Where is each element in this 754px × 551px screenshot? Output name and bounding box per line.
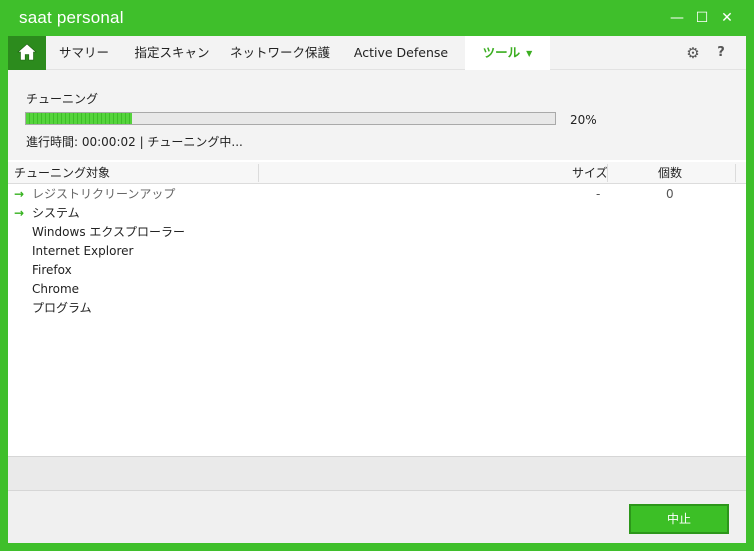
maximize-button[interactable]: ☐ bbox=[693, 9, 711, 27]
column-divider bbox=[735, 164, 736, 182]
tab-tools-label: ツール bbox=[482, 45, 521, 60]
tab-network-protection[interactable]: ネットワーク保護 bbox=[228, 36, 332, 70]
list-item[interactable]: → システム bbox=[8, 204, 746, 223]
caret-down-icon: ▼ bbox=[526, 49, 533, 58]
progress-title: チューニング bbox=[26, 92, 99, 106]
progress-bar-fill bbox=[26, 113, 132, 124]
column-divider bbox=[607, 164, 608, 182]
help-icon[interactable]: ? bbox=[712, 44, 730, 62]
list-item-label: Windows エクスプローラー bbox=[32, 225, 186, 239]
column-header-count[interactable]: 個数 bbox=[658, 162, 682, 184]
list-item-label: Internet Explorer bbox=[32, 244, 134, 258]
close-button[interactable]: ✕ bbox=[718, 9, 736, 27]
list-item-label: Firefox bbox=[32, 263, 72, 277]
list-item-label: レジストリクリーンアップ bbox=[32, 187, 176, 201]
column-divider bbox=[258, 164, 259, 182]
list-item[interactable]: → レジストリクリーンアップ - 0 bbox=[8, 185, 746, 204]
top-navigation: サマリー 指定スキャン ネットワーク保護 Active Defense ツール ▼… bbox=[8, 36, 746, 70]
tab-active-defense[interactable]: Active Defense bbox=[344, 36, 458, 70]
arrow-right-icon: → bbox=[14, 206, 25, 220]
settings-gear-icon[interactable]: ⚙ bbox=[684, 44, 702, 62]
table-header: チューニング対象 サイズ 個数 bbox=[8, 162, 746, 184]
tab-tools[interactable]: ツール ▼ bbox=[465, 36, 550, 70]
list-item[interactable]: Chrome bbox=[8, 280, 746, 299]
app-title: saat personal bbox=[19, 8, 124, 27]
progress-section: チューニング 20% 進行時間: 00:00:02 | チューニング中... bbox=[8, 70, 746, 160]
stop-button[interactable]: 中止 bbox=[629, 504, 729, 534]
main-panel: サマリー 指定スキャン ネットワーク保護 Active Defense ツール ▼… bbox=[8, 36, 746, 543]
progress-status-text: 進行時間: 00:00:02 | チューニング中... bbox=[26, 135, 243, 149]
home-button[interactable] bbox=[8, 36, 46, 70]
title-bar[interactable]: saat personal — ☐ ✕ bbox=[0, 0, 754, 36]
list-item-label: システム bbox=[32, 206, 80, 220]
arrow-right-icon: → bbox=[14, 187, 25, 201]
list-item-label: Chrome bbox=[32, 282, 80, 296]
list-item[interactable]: Firefox bbox=[8, 261, 746, 280]
footer-bar: 中止 bbox=[8, 490, 746, 543]
tab-custom-scan[interactable]: 指定スキャン bbox=[128, 36, 216, 70]
list-item-size: - bbox=[596, 187, 601, 201]
home-icon bbox=[17, 43, 37, 64]
column-header-size[interactable]: サイズ bbox=[572, 162, 608, 184]
minimize-button[interactable]: — bbox=[668, 9, 686, 27]
list-item[interactable]: Windows エクスプローラー bbox=[8, 223, 746, 242]
progress-percent: 20% bbox=[570, 113, 597, 127]
progress-bar bbox=[25, 112, 556, 125]
list-item[interactable]: Internet Explorer bbox=[8, 242, 746, 261]
app-window: saat personal — ☐ ✕ サマリー 指定スキャン ネットワーク保護… bbox=[0, 0, 754, 551]
tab-summary[interactable]: サマリー bbox=[50, 36, 118, 70]
list-item-count: 0 bbox=[666, 187, 674, 201]
column-header-target[interactable]: チューニング対象 bbox=[14, 162, 110, 184]
detail-strip bbox=[8, 456, 746, 490]
list-item-label: プログラム bbox=[32, 301, 92, 315]
list-item[interactable]: プログラム bbox=[8, 299, 746, 318]
